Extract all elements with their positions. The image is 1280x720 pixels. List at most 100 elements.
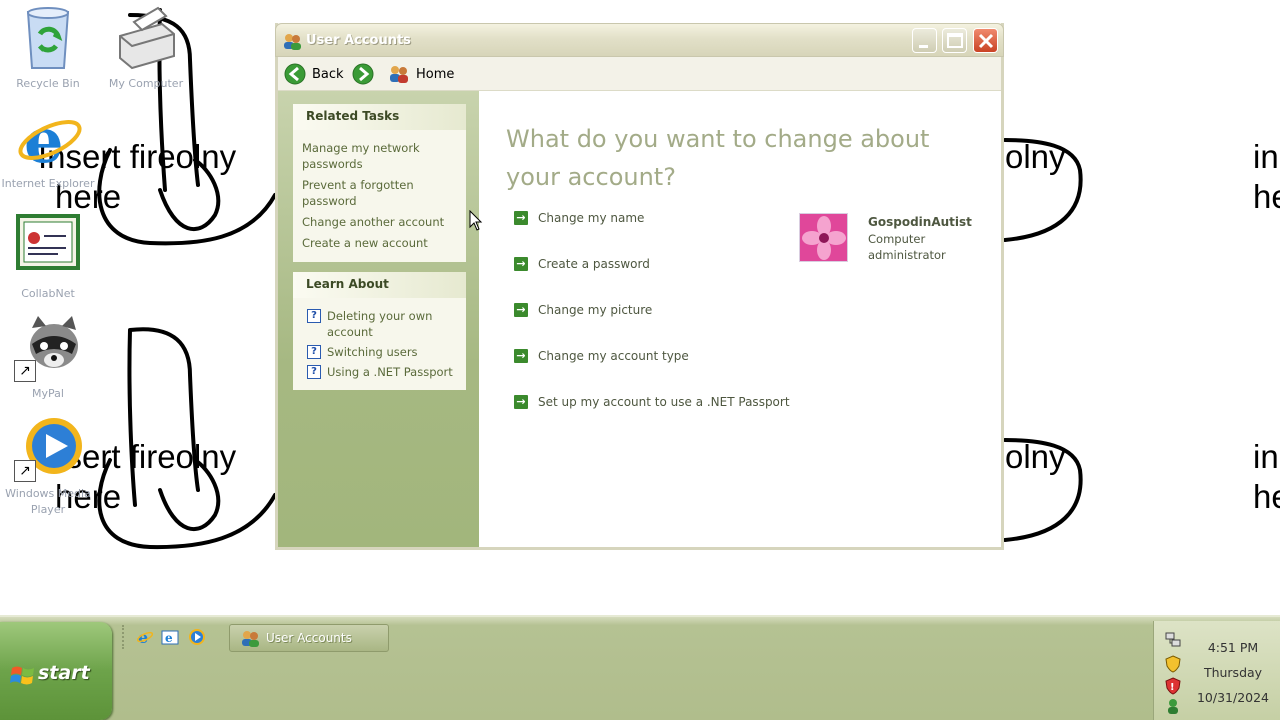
start-label: start (38, 662, 90, 684)
minimize-button[interactable] (912, 28, 937, 53)
maximize-button[interactable] (942, 28, 967, 53)
task-pane: Related Tasks Manage my network password… (278, 91, 479, 547)
account-card: GospodinAutist Computer administrator (799, 213, 999, 273)
action-label: Change my name (538, 211, 645, 225)
close-button[interactable] (973, 28, 998, 53)
network-icon[interactable] (1164, 631, 1182, 649)
action-label: Change my account type (538, 349, 689, 363)
desktop-icon-label: MyPal (32, 387, 64, 400)
task-manage-network-passwords[interactable]: Manage my network passwords (302, 140, 458, 172)
home-button[interactable]: Home (388, 61, 454, 87)
raccoon-icon: ↗ (14, 314, 82, 382)
desktop-icon-my-computer[interactable]: My Computer (98, 4, 194, 92)
action-net-passport[interactable]: → Set up my account to use a .NET Passpo… (514, 393, 790, 411)
shortcut-arrow-icon: ↗ (14, 460, 36, 482)
main-content: What do you want to change about your ac… (479, 91, 1001, 547)
taskbar-button-user-accounts[interactable]: User Accounts (229, 624, 389, 652)
security-shield-icon[interactable] (1164, 655, 1182, 673)
desktop-icon-label: Windows Media Player (5, 487, 91, 516)
related-tasks-panel: Related Tasks Manage my network password… (293, 104, 466, 262)
clock-time: 4:51 PM (1207, 640, 1259, 655)
forward-button[interactable] (352, 61, 374, 87)
desktop-icon-label: CollabNet (21, 287, 75, 300)
action-label: Change my picture (538, 303, 653, 317)
doodle-text-top-right: olny (1005, 138, 1066, 175)
maximize-icon (947, 33, 963, 48)
taskbar: start e e User Accounts ! 4:51 PM Thursd… (0, 615, 1280, 720)
back-label: Back (312, 66, 344, 82)
start-button[interactable]: start (0, 622, 112, 720)
shortcut-arrow-icon: ↗ (14, 360, 36, 382)
alert-shield-icon[interactable]: ! (1164, 677, 1182, 695)
account-picture[interactable] (799, 213, 848, 262)
action-change-name[interactable]: → Change my name (514, 209, 644, 227)
internet-explorer-icon[interactable]: e (136, 628, 154, 646)
account-name: GospodinAutist (868, 215, 972, 229)
back-button[interactable]: Back (284, 61, 344, 87)
learn-link-label: Switching users (327, 345, 418, 359)
account-type: Computer administrator (868, 232, 946, 262)
learn-switching-users[interactable]: ? Switching users (307, 344, 458, 360)
help-icon: ? (307, 365, 321, 379)
learn-deleting-account[interactable]: ? Deleting your own account (307, 308, 458, 340)
user-accounts-icon (282, 32, 302, 54)
doodle-text-edge-bottom: in (1253, 438, 1279, 475)
quick-launch-divider (122, 625, 125, 649)
email-icon[interactable]: e (161, 628, 179, 646)
learn-about-panel: Learn About ? Deleting your own account … (293, 272, 466, 390)
action-change-account-type[interactable]: → Change my account type (514, 347, 689, 365)
arrow-right-icon: → (514, 395, 528, 409)
action-change-picture[interactable]: → Change my picture (514, 301, 652, 319)
arrow-right-icon: → (514, 257, 528, 271)
desktop-icon-label: Internet Explorer (1, 177, 95, 190)
page-heading: What do you want to change about your ac… (506, 125, 930, 191)
action-create-password[interactable]: → Create a password (514, 255, 650, 273)
home-label: Home (416, 66, 455, 82)
task-prevent-forgotten-password[interactable]: Prevent a forgotten password (302, 177, 458, 209)
forward-arrow-icon (352, 63, 374, 85)
minimize-icon (919, 45, 928, 48)
desktop-icon-label: My Computer (108, 77, 184, 90)
clock[interactable]: 4:51 PM Thursday 10/31/2024 (1188, 635, 1278, 710)
arrow-right-icon: → (514, 303, 528, 317)
action-label: Set up my account to use a .NET Passport (538, 395, 790, 409)
home-users-icon (390, 66, 408, 83)
user-accounts-window: User Accounts Back Home Related Tasks Ma… (275, 23, 1004, 550)
doodle-text-edge-bottom-2: he (1253, 478, 1280, 515)
help-icon: ? (307, 345, 321, 359)
taskbar-button-label: User Accounts (266, 631, 352, 645)
user-status-icon[interactable] (1164, 697, 1182, 715)
media-player-icon: ↗ (14, 414, 82, 482)
window-title: User Accounts (306, 33, 411, 48)
svg-text:e: e (165, 631, 173, 645)
related-tasks-header[interactable]: Related Tasks (293, 104, 466, 130)
media-player-icon[interactable] (188, 628, 206, 646)
system-tray: ! 4:51 PM Thursday 10/31/2024 (1153, 621, 1280, 720)
internet-explorer-icon: e (14, 104, 82, 177)
svg-text:!: ! (1170, 682, 1175, 693)
task-create-new-account[interactable]: Create a new account (302, 235, 458, 251)
desktop-icon-collabnet[interactable]: CollabNet (0, 214, 96, 302)
desktop-icon-internet-explorer[interactable]: e Internet Explorer (0, 104, 96, 192)
learn-net-passport[interactable]: ? Using a .NET Passport (307, 364, 458, 380)
learn-about-header[interactable]: Learn About (293, 272, 466, 298)
arrow-right-icon: → (514, 211, 528, 225)
desktop-icon-mypal[interactable]: ↗ MyPal (0, 314, 96, 402)
learn-link-label: Deleting your own account (327, 309, 433, 339)
clock-day: Thursday (1203, 665, 1263, 680)
learn-link-label: Using a .NET Passport (327, 365, 453, 379)
navigation-toolbar: Back Home (278, 57, 1001, 91)
desktop-icon-windows-media-player[interactable]: ↗ Windows Media Player (0, 414, 96, 518)
user-accounts-icon (242, 631, 259, 647)
doodle-text-bottom-right: olny (1005, 438, 1066, 475)
desktop-icon-recycle-bin[interactable]: Recycle Bin (0, 4, 96, 92)
doodle-text-edge-top: in (1253, 138, 1279, 175)
task-change-another-account[interactable]: Change another account (302, 214, 458, 230)
doodle-text-edge-top-2: he (1253, 178, 1280, 215)
close-icon (978, 33, 994, 49)
back-arrow-icon (284, 63, 306, 85)
action-label: Create a password (538, 257, 650, 271)
windows-flag-icon (10, 666, 34, 685)
certificate-icon (14, 214, 82, 282)
title-bar[interactable]: User Accounts (275, 23, 1004, 57)
